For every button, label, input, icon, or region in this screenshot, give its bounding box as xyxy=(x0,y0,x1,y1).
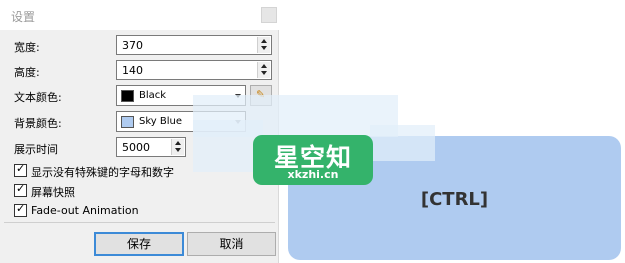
height-value: 140 xyxy=(122,64,143,77)
stepper-down-icon[interactable] xyxy=(261,71,267,75)
bg-color-swatch xyxy=(121,116,134,128)
fadeout-checkbox[interactable]: ✓ xyxy=(14,202,27,217)
bg-color-label: 背景颜色: xyxy=(14,117,62,130)
cancel-button[interactable]: 取消 xyxy=(187,232,276,256)
letters-checkbox[interactable]: ✓ xyxy=(14,162,27,177)
screenshot-checkbox[interactable]: ✓ xyxy=(14,182,27,197)
dialog-titlebar: 设置 xyxy=(0,0,279,30)
save-button[interactable]: 保存 xyxy=(94,232,184,256)
height-stepper[interactable] xyxy=(257,62,270,78)
stepper-down-icon[interactable] xyxy=(175,148,181,152)
divider xyxy=(4,222,275,223)
stepper-up-icon[interactable] xyxy=(261,64,267,68)
checkbox-row-screenshot[interactable]: ✓ 屏幕快照 xyxy=(14,182,274,199)
stepper-down-icon[interactable] xyxy=(261,46,267,50)
screen: 设置 宽度: 370 高度: 140 文本颜色: Black 背景颜色: Sky… xyxy=(0,0,625,263)
height-row: 高度: 140 xyxy=(0,60,279,82)
close-button[interactable] xyxy=(261,7,277,23)
checkmark-icon: ✓ xyxy=(16,202,26,215)
key-display-text: [CTRL] xyxy=(420,189,489,210)
letters-checkbox-label: 显示没有特殊键的字母和数字 xyxy=(31,166,174,179)
text-color-label: 文本颜色: xyxy=(14,91,62,104)
width-stepper[interactable] xyxy=(257,37,270,53)
watermark-domain: xkzhi.cn xyxy=(287,168,339,181)
width-row: 宽度: 370 xyxy=(0,35,279,57)
display-time-stepper[interactable] xyxy=(171,139,184,155)
checkmark-icon: ✓ xyxy=(16,162,26,175)
watermark-logo: 星空知 xkzhi.cn xyxy=(253,135,373,185)
bg-color-name: Sky Blue xyxy=(139,116,183,127)
display-time-value: 5000 xyxy=(122,141,150,154)
stepper-up-icon[interactable] xyxy=(261,39,267,43)
display-time-label: 展示时间 xyxy=(14,143,58,156)
display-time-input[interactable]: 5000 xyxy=(116,137,186,157)
width-input[interactable]: 370 xyxy=(116,35,272,55)
width-value: 370 xyxy=(122,39,143,52)
checkmark-icon: ✓ xyxy=(16,182,26,195)
width-label: 宽度: xyxy=(14,41,40,54)
fadeout-checkbox-label: Fade-out Animation xyxy=(31,204,139,217)
height-label: 高度: xyxy=(14,66,40,79)
dialog-title: 设置 xyxy=(11,10,36,24)
height-input[interactable]: 140 xyxy=(116,60,272,80)
text-color-swatch xyxy=(121,90,134,102)
text-color-name: Black xyxy=(139,90,167,101)
stepper-up-icon[interactable] xyxy=(175,141,181,145)
screenshot-checkbox-label: 屏幕快照 xyxy=(31,186,75,199)
overlay-fog xyxy=(370,125,435,161)
checkbox-row-fadeout[interactable]: ✓ Fade-out Animation xyxy=(14,202,274,219)
